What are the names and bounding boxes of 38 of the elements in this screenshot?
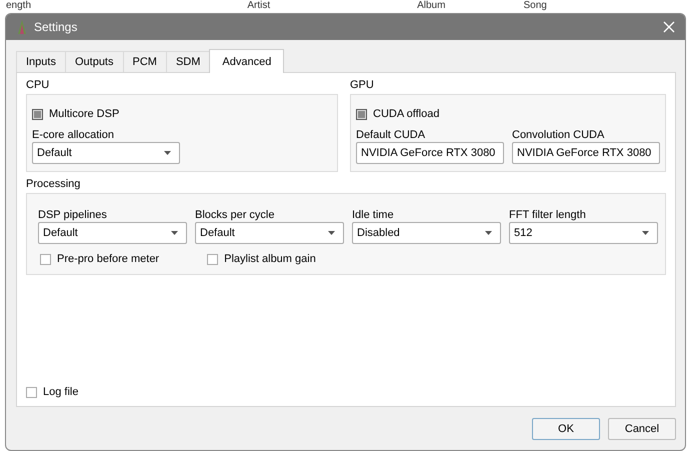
dialog-button[interactable]: OK	[532, 418, 600, 440]
checkbox[interactable]: Pre-pro before meter	[40, 253, 160, 265]
checkbox[interactable]: Log file	[26, 386, 78, 398]
caret-icon	[485, 231, 492, 235]
app-icon	[16, 20, 28, 34]
tab[interactable]: Inputs	[16, 51, 66, 72]
caret-icon	[171, 231, 178, 235]
column-header: Album	[416, 0, 446, 13]
dropdown-label: DSP pipelines	[38, 209, 107, 221]
dropdown[interactable]: Default	[38, 222, 187, 244]
dropdown-label: Convolution CUDA	[512, 129, 604, 141]
checkbox[interactable]: CUDA offload	[356, 108, 440, 120]
dropdown[interactable]: Default	[32, 142, 180, 164]
dropdown-label: Idle time	[352, 209, 394, 221]
column-header: Artist	[246, 0, 272, 13]
dialog-button[interactable]: Cancel	[608, 418, 676, 440]
dropdown[interactable]: NVIDIA GeForce RTX 3080	[512, 142, 660, 164]
dropdown-label: Default CUDA	[356, 129, 426, 141]
close-icon[interactable]	[663, 21, 675, 33]
caret-icon	[328, 231, 335, 235]
column-header: ength	[5, 0, 32, 13]
dropdown[interactable]: Disabled	[352, 222, 501, 244]
caret-icon	[642, 231, 649, 235]
dropdown-label: E-core allocation	[32, 129, 114, 141]
section-title: Processing	[26, 178, 80, 190]
dropdown-label: Blocks per cycle	[195, 209, 274, 221]
tab[interactable]: Advanced	[209, 49, 284, 73]
window-title: Settings	[34, 20, 78, 34]
dropdown-label: FFT filter length	[509, 209, 586, 221]
checkbox[interactable]: Multicore DSP	[32, 108, 120, 120]
dropdown[interactable]: Default	[195, 222, 344, 244]
checkbox[interactable]: Playlist album gain	[207, 253, 316, 265]
dropdown[interactable]: NVIDIA GeForce RTX 3080	[356, 142, 504, 164]
dropdown[interactable]: 512	[509, 222, 658, 244]
column-header: Song	[522, 0, 548, 13]
section-title: CPU	[26, 79, 50, 91]
caret-icon	[164, 151, 171, 155]
section-title: GPU	[350, 79, 374, 91]
